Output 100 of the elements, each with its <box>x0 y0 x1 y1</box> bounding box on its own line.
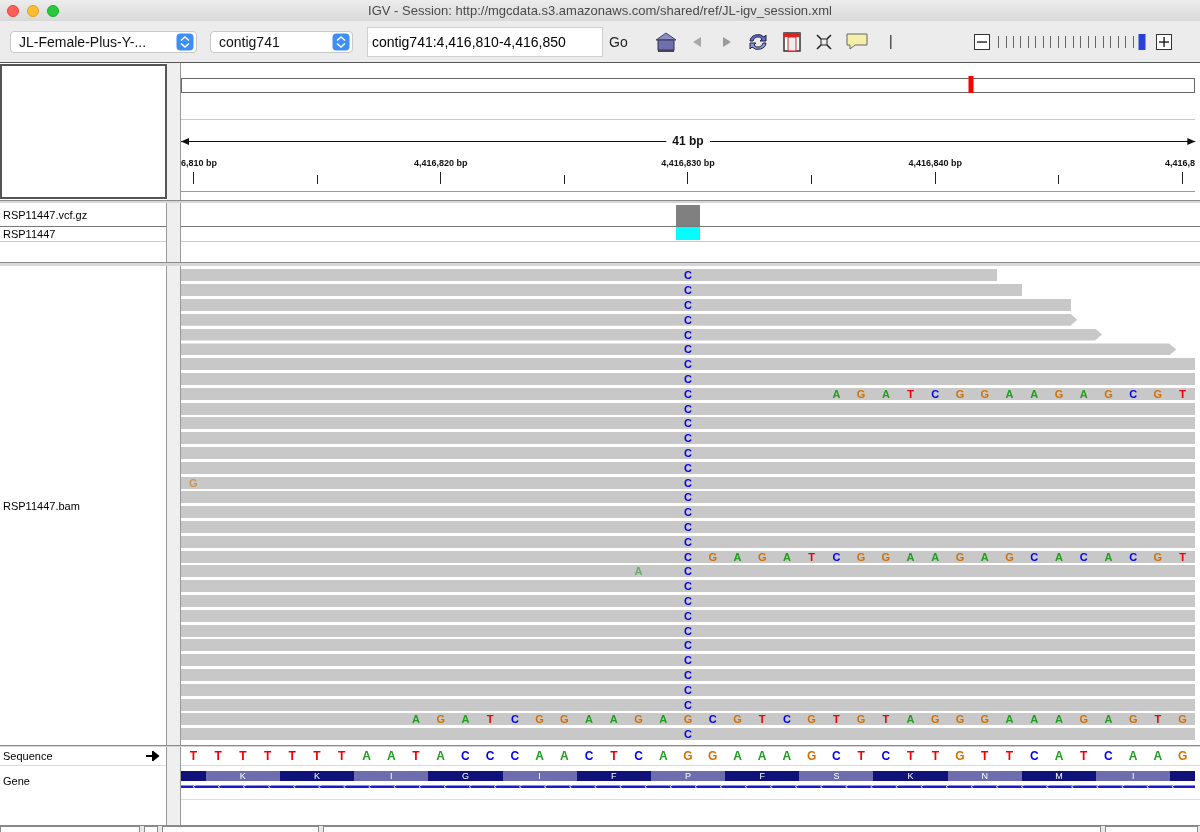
mismatch-base: A <box>1005 387 1014 400</box>
mismatch-base: C <box>1079 550 1088 563</box>
mismatch-base: C <box>684 594 692 607</box>
mismatch-base: G <box>955 387 965 400</box>
sequence-base: C <box>1104 749 1113 763</box>
home-icon[interactable] <box>653 30 678 53</box>
mismatch-base: C <box>684 402 692 415</box>
sequence-base: C <box>461 749 470 763</box>
mismatch-base: G <box>436 713 445 726</box>
sequence-base: T <box>189 749 198 763</box>
mismatch-base: A <box>1055 550 1063 563</box>
sequence-base: A <box>560 749 569 763</box>
mismatch-base: T <box>758 713 766 726</box>
mismatch-base: A <box>931 550 940 563</box>
mismatch-base: C <box>708 713 717 726</box>
mismatch-base: C <box>684 580 692 593</box>
mismatch-base: C <box>782 713 791 726</box>
mismatch-base: T <box>486 713 494 726</box>
mismatch-base: G <box>856 387 866 400</box>
mismatch-base: G <box>189 476 198 489</box>
mismatch-base: G <box>955 713 965 726</box>
ruler-label: 4,416,8 <box>1164 158 1195 169</box>
sequence-base: A <box>1128 749 1138 763</box>
sequence-base: C <box>485 749 495 763</box>
mismatch-base: C <box>684 550 692 563</box>
mismatch-base: G <box>955 550 965 563</box>
mismatch-base: A <box>1030 387 1039 400</box>
mismatch-base: C <box>684 417 692 430</box>
close-button[interactable] <box>7 4 19 17</box>
sequence-base: T <box>931 749 939 763</box>
genome-dropdown[interactable]: JL-Female-Plus-Y-... <box>10 30 197 53</box>
fit-icon[interactable] <box>813 31 834 52</box>
mismatch-base: C <box>684 698 692 711</box>
sequence-base: T <box>1005 749 1014 763</box>
zoom-out-button[interactable] <box>973 33 990 50</box>
zoom-thumb[interactable] <box>1138 33 1146 50</box>
sequence-base: G <box>1177 749 1188 763</box>
mismatch-base: A <box>832 387 841 400</box>
amino-acid-letter: F <box>759 771 765 781</box>
sequence-base: G <box>955 749 965 763</box>
mismatch-base: G <box>1153 387 1163 400</box>
mismatch-base: C <box>684 313 692 326</box>
go-button[interactable]: Go <box>605 33 632 50</box>
sequence-base: C <box>832 749 841 763</box>
sequence-base: A <box>1153 749 1163 763</box>
mismatch-base: C <box>684 609 692 622</box>
mismatch-base: C <box>684 328 692 341</box>
mismatch-base: C <box>684 728 692 741</box>
mismatch-base: A <box>980 550 989 563</box>
mismatch-base: C <box>684 284 692 297</box>
toolbar-separator <box>889 34 892 49</box>
mismatch-base: G <box>708 550 717 563</box>
strand-arrow-icon[interactable] <box>146 751 160 761</box>
mismatch-base: G <box>856 713 866 726</box>
mismatch-base: C <box>684 358 692 371</box>
sequence-base: C <box>584 749 594 763</box>
mismatch-base: G <box>560 713 569 726</box>
mismatch-base: C <box>1129 550 1138 563</box>
mismatch-base: C <box>684 520 692 533</box>
mismatch-base: A <box>1030 713 1039 726</box>
mismatch-base: A <box>1005 713 1014 726</box>
amino-acid-letter: I <box>389 771 393 781</box>
mismatch-base: T <box>1179 387 1186 400</box>
mismatch-base: A <box>609 713 618 726</box>
mismatch-base: A <box>1104 713 1113 726</box>
region-icon[interactable] <box>781 30 802 53</box>
sequence-base: T <box>906 749 915 763</box>
mismatch-base: G <box>1104 387 1113 400</box>
mismatch-base: A <box>411 713 420 726</box>
amino-acid-letter: S <box>833 771 840 781</box>
mismatch-base: C <box>684 668 692 681</box>
mismatch-base: T <box>1179 550 1186 563</box>
span-length: 41 bp <box>672 134 704 148</box>
mismatch-base: C <box>684 269 692 282</box>
sequence-base: A <box>362 749 371 763</box>
sequence-base: T <box>288 749 296 763</box>
chevron-icon <box>332 32 350 51</box>
zoom-in-button[interactable] <box>1155 33 1172 50</box>
locus-field[interactable]: contig741:4,416,810-4,416,850 <box>367 26 603 57</box>
sequence-base: C <box>1029 749 1039 763</box>
mismatch-base: G <box>1054 387 1064 400</box>
amino-acid-letter: K <box>239 771 246 781</box>
sequence-base: G <box>708 749 718 763</box>
amino-acid-letter: P <box>685 771 691 781</box>
mismatch-base: A <box>782 550 791 563</box>
amino-acid-letter: N <box>981 771 988 781</box>
ruler-label: 4,416,820 bp <box>413 158 468 169</box>
sequence-base: T <box>857 749 865 763</box>
chromosome-dropdown[interactable]: contig741 <box>210 30 353 53</box>
sequence-base: C <box>510 749 520 763</box>
sequence-base: T <box>1080 749 1088 763</box>
mismatch-base: C <box>684 654 692 667</box>
mismatch-base: C <box>832 550 841 563</box>
mismatch-base: A <box>881 387 890 400</box>
mismatch-base: A <box>659 713 668 726</box>
sequence-base: T <box>338 749 346 763</box>
mismatch-base: A <box>906 550 915 563</box>
mismatch-base: G <box>733 713 742 726</box>
sequence-base: A <box>757 749 767 763</box>
mismatch-base: C <box>684 446 692 459</box>
